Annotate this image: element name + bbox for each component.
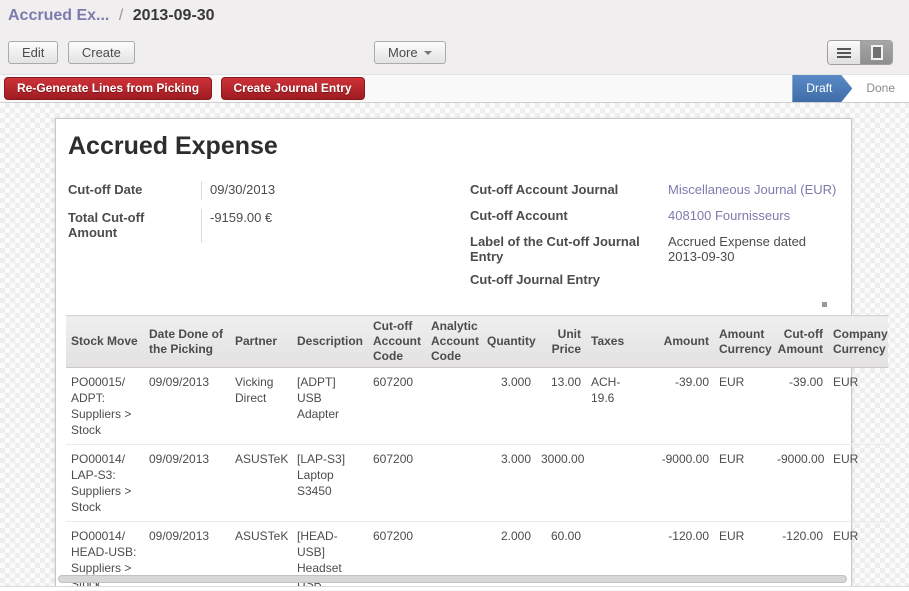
field-label: Cut-off Account bbox=[470, 207, 668, 224]
table-cell bbox=[426, 368, 482, 445]
status-done[interactable]: Done bbox=[852, 75, 909, 102]
page-title: Accrued Expense bbox=[68, 132, 278, 161]
table-cell: 3.000 bbox=[482, 368, 536, 445]
status-draft[interactable]: Draft bbox=[792, 75, 852, 102]
table-cell: 09/09/2013 bbox=[144, 368, 230, 445]
regenerate-lines-button[interactable]: Re-Generate Lines from Picking bbox=[4, 77, 212, 100]
field-group-left: Cut-off Date 09/30/2013 Total Cut-off Am… bbox=[68, 181, 448, 252]
field-label: Label of the Cut-off Journal Entry bbox=[470, 233, 668, 265]
column-header[interactable]: Date Done of the Picking bbox=[144, 316, 230, 368]
cutoff-account-journal-link[interactable]: Miscellaneous Journal (EUR) bbox=[668, 181, 865, 198]
table-cell: EUR bbox=[714, 445, 772, 522]
table-row[interactable]: PO00015/ ADPT: Suppliers > Stock09/09/20… bbox=[66, 368, 888, 445]
column-header[interactable]: Cut-off Amount bbox=[772, 316, 828, 368]
top-bar: Accrued Ex... / 2013-09-30 Edit Create M… bbox=[0, 0, 909, 74]
field-cutoff-journal-entry: Cut-off Journal Entry bbox=[470, 271, 865, 288]
table-cell: EUR bbox=[714, 368, 772, 445]
more-dropdown-label: More bbox=[388, 45, 418, 60]
table-cell: Vicking Direct bbox=[230, 368, 292, 445]
table-cell: 607200 bbox=[368, 445, 426, 522]
column-header[interactable]: Partner bbox=[230, 316, 292, 368]
more-dropdown-button[interactable]: More bbox=[374, 41, 446, 64]
field-cutoff-date: Cut-off Date 09/30/2013 bbox=[68, 181, 448, 200]
breadcrumb-separator: / bbox=[114, 7, 128, 24]
table-cell: EUR bbox=[828, 445, 888, 522]
field-label: Total Cut-off Amount bbox=[68, 209, 202, 243]
column-header[interactable]: Taxes bbox=[586, 316, 648, 368]
horizontal-scrollbar[interactable] bbox=[58, 575, 847, 583]
table-cell: -9000.00 bbox=[772, 445, 828, 522]
table-cell: [LAP-S3] Laptop S3450 bbox=[292, 445, 368, 522]
table-cell: ACH-19.6 bbox=[586, 368, 648, 445]
table-cell bbox=[426, 445, 482, 522]
breadcrumb: Accrued Ex... / 2013-09-30 bbox=[8, 7, 215, 25]
cutoff-lines-table: Stock MoveDate Done of the PickingPartne… bbox=[66, 315, 888, 591]
column-header[interactable]: Company Currency bbox=[828, 316, 888, 368]
bottom-strip bbox=[0, 586, 909, 590]
field-journal-entry-label: Label of the Cut-off Journal Entry Accru… bbox=[470, 233, 865, 265]
list-view-icon bbox=[837, 48, 851, 58]
journal-entry-label-value: Accrued Expense dated 2013-09-30 bbox=[668, 233, 865, 265]
field-cutoff-account-journal: Cut-off Account Journal Miscellaneous Jo… bbox=[470, 181, 865, 198]
breadcrumb-current: 2013-09-30 bbox=[133, 7, 215, 24]
form-view-icon bbox=[871, 45, 883, 60]
content-area: Accrued Expense Cut-off Date 09/30/2013 … bbox=[0, 103, 909, 590]
column-header[interactable]: Description bbox=[292, 316, 368, 368]
table-cell: PO00015/ ADPT: Suppliers > Stock bbox=[66, 368, 144, 445]
chevron-down-icon bbox=[424, 51, 432, 55]
list-view-button[interactable] bbox=[828, 41, 860, 64]
cutoff-account-link[interactable]: 408100 Fournisseurs bbox=[668, 207, 865, 224]
form-sheet: Accrued Expense Cut-off Date 09/30/2013 … bbox=[55, 118, 852, 588]
table-cell: 3.000 bbox=[482, 445, 536, 522]
field-label: Cut-off Journal Entry bbox=[470, 271, 668, 288]
view-switcher bbox=[827, 40, 893, 65]
column-header[interactable]: Unit Price bbox=[536, 316, 586, 368]
column-header[interactable]: Cut-off Account Code bbox=[368, 316, 426, 368]
table-cell: -9000.00 bbox=[648, 445, 714, 522]
action-bar: Re-Generate Lines from Picking Create Jo… bbox=[0, 74, 909, 103]
table-cell: 09/09/2013 bbox=[144, 445, 230, 522]
edit-button[interactable]: Edit bbox=[8, 41, 58, 64]
table-row[interactable]: PO00014/ LAP-S3: Suppliers > Stock09/09/… bbox=[66, 445, 888, 522]
statusbar: Draft Done bbox=[792, 75, 909, 102]
record-toolbar: Edit Create bbox=[8, 41, 140, 64]
table-cell: 607200 bbox=[368, 368, 426, 445]
breadcrumb-parent-link[interactable]: Accrued Ex... bbox=[8, 7, 109, 24]
table-cell: EUR bbox=[828, 368, 888, 445]
cutoff-journal-entry-value bbox=[668, 271, 865, 288]
column-header[interactable]: Amount Currency bbox=[714, 316, 772, 368]
scrollbar-corner-dot bbox=[822, 302, 827, 307]
column-header[interactable]: Quantity bbox=[482, 316, 536, 368]
field-cutoff-account: Cut-off Account 408100 Fournisseurs bbox=[470, 207, 865, 224]
form-view-button[interactable] bbox=[860, 41, 892, 64]
table-header-row: Stock MoveDate Done of the PickingPartne… bbox=[66, 316, 888, 368]
column-header[interactable]: Analytic Account Code bbox=[426, 316, 482, 368]
table-cell: 3000.00 bbox=[536, 445, 586, 522]
table-cell: 13.00 bbox=[536, 368, 586, 445]
total-cutoff-amount-value: -9159.00 € bbox=[202, 209, 448, 243]
table-cell: PO00014/ LAP-S3: Suppliers > Stock bbox=[66, 445, 144, 522]
field-label: Cut-off Date bbox=[68, 181, 202, 200]
create-journal-entry-button[interactable]: Create Journal Entry bbox=[221, 77, 365, 100]
cutoff-date-value: 09/30/2013 bbox=[202, 181, 448, 200]
field-group-right: Cut-off Account Journal Miscellaneous Jo… bbox=[470, 181, 865, 297]
field-total-cutoff-amount: Total Cut-off Amount -9159.00 € bbox=[68, 209, 448, 243]
column-header[interactable]: Stock Move bbox=[66, 316, 144, 368]
column-header[interactable]: Amount bbox=[648, 316, 714, 368]
create-button[interactable]: Create bbox=[68, 41, 135, 64]
table-cell: ASUSTeK bbox=[230, 445, 292, 522]
table-cell: -39.00 bbox=[772, 368, 828, 445]
table-cell: -39.00 bbox=[648, 368, 714, 445]
field-label: Cut-off Account Journal bbox=[470, 181, 668, 198]
table-cell: [ADPT] USB Adapter bbox=[292, 368, 368, 445]
lines-table-wrapper: Stock MoveDate Done of the PickingPartne… bbox=[66, 315, 888, 591]
table-cell bbox=[586, 445, 648, 522]
